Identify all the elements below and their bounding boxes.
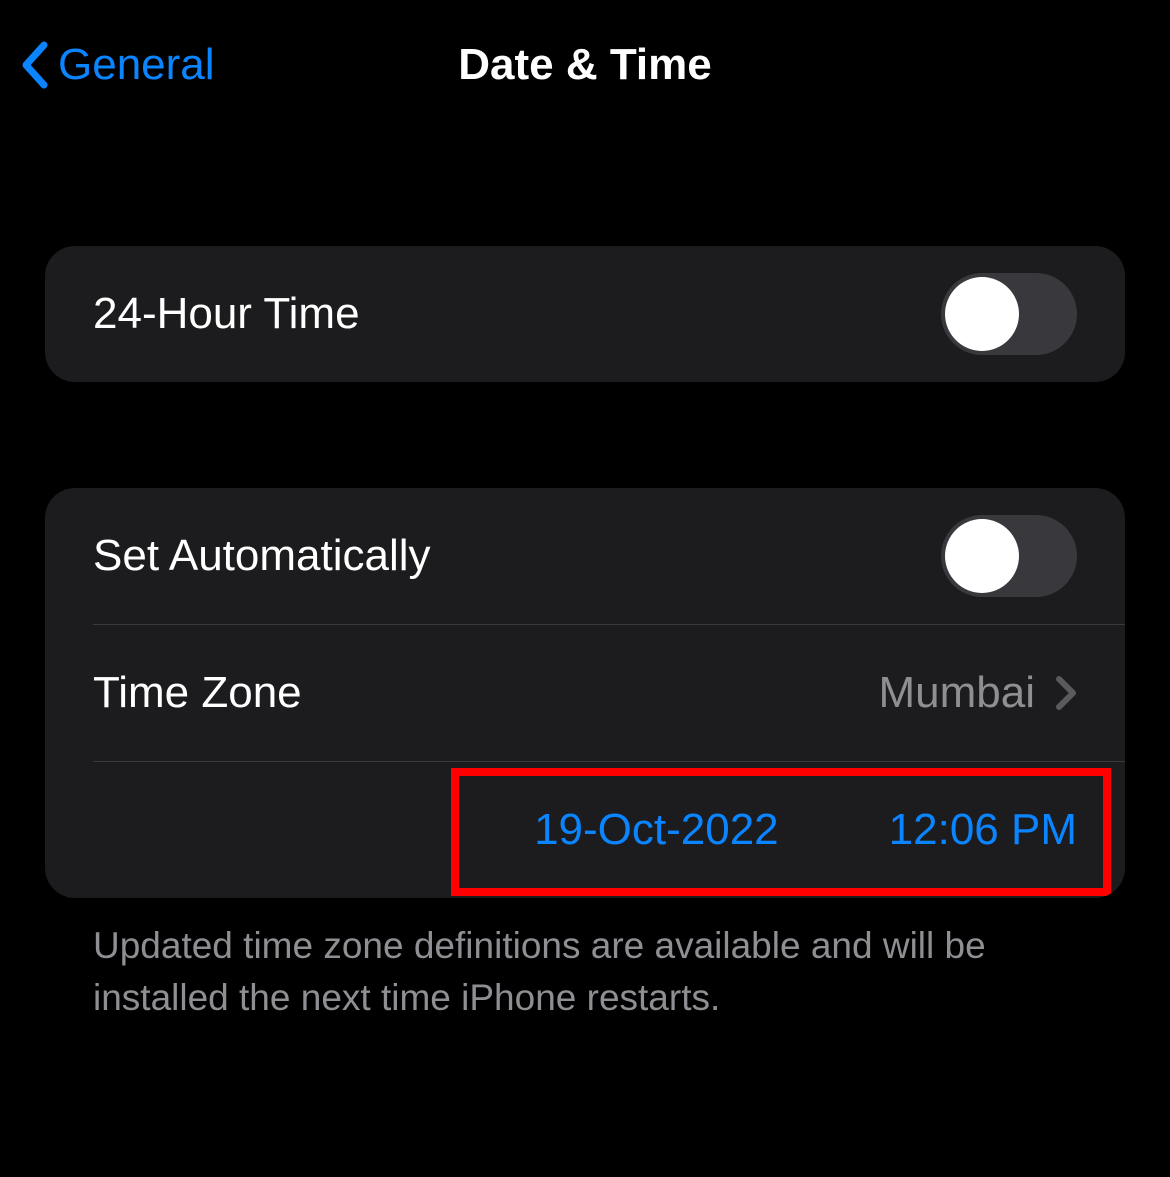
toggle-knob <box>945 519 1019 593</box>
content: 24-Hour Time Set Automatically Time Zone… <box>0 246 1170 1024</box>
time-picker-value[interactable]: 12:06 PM <box>889 805 1077 855</box>
row-label: Set Automatically <box>93 531 431 581</box>
chevron-left-icon <box>20 41 50 89</box>
toggle-24-hour-time[interactable] <box>941 273 1077 355</box>
row-time-zone[interactable]: Time Zone Mumbai <box>45 625 1125 761</box>
row-label: 24-Hour Time <box>93 289 360 339</box>
settings-group-time-format: 24-Hour Time <box>45 246 1125 382</box>
time-zone-value: Mumbai <box>879 668 1036 718</box>
row-label: Time Zone <box>93 668 302 718</box>
row-date-time: 19-Oct-2022 12:06 PM <box>45 762 1125 898</box>
footer-text: Updated time zone definitions are availa… <box>45 898 1125 1024</box>
chevron-right-icon <box>1055 675 1077 711</box>
settings-group-datetime: Set Automatically Time Zone Mumbai 19-Oc… <box>45 488 1125 898</box>
page-title: Date & Time <box>458 40 712 90</box>
nav-header: General Date & Time <box>0 0 1170 130</box>
toggle-knob <box>945 277 1019 351</box>
row-set-automatically[interactable]: Set Automatically <box>45 488 1125 624</box>
date-picker-value[interactable]: 19-Oct-2022 <box>534 805 779 855</box>
back-button[interactable]: General <box>20 40 215 90</box>
row-24-hour-time[interactable]: 24-Hour Time <box>45 246 1125 382</box>
toggle-set-automatically[interactable] <box>941 515 1077 597</box>
row-detail: Mumbai <box>879 668 1078 718</box>
back-label: General <box>58 40 215 90</box>
